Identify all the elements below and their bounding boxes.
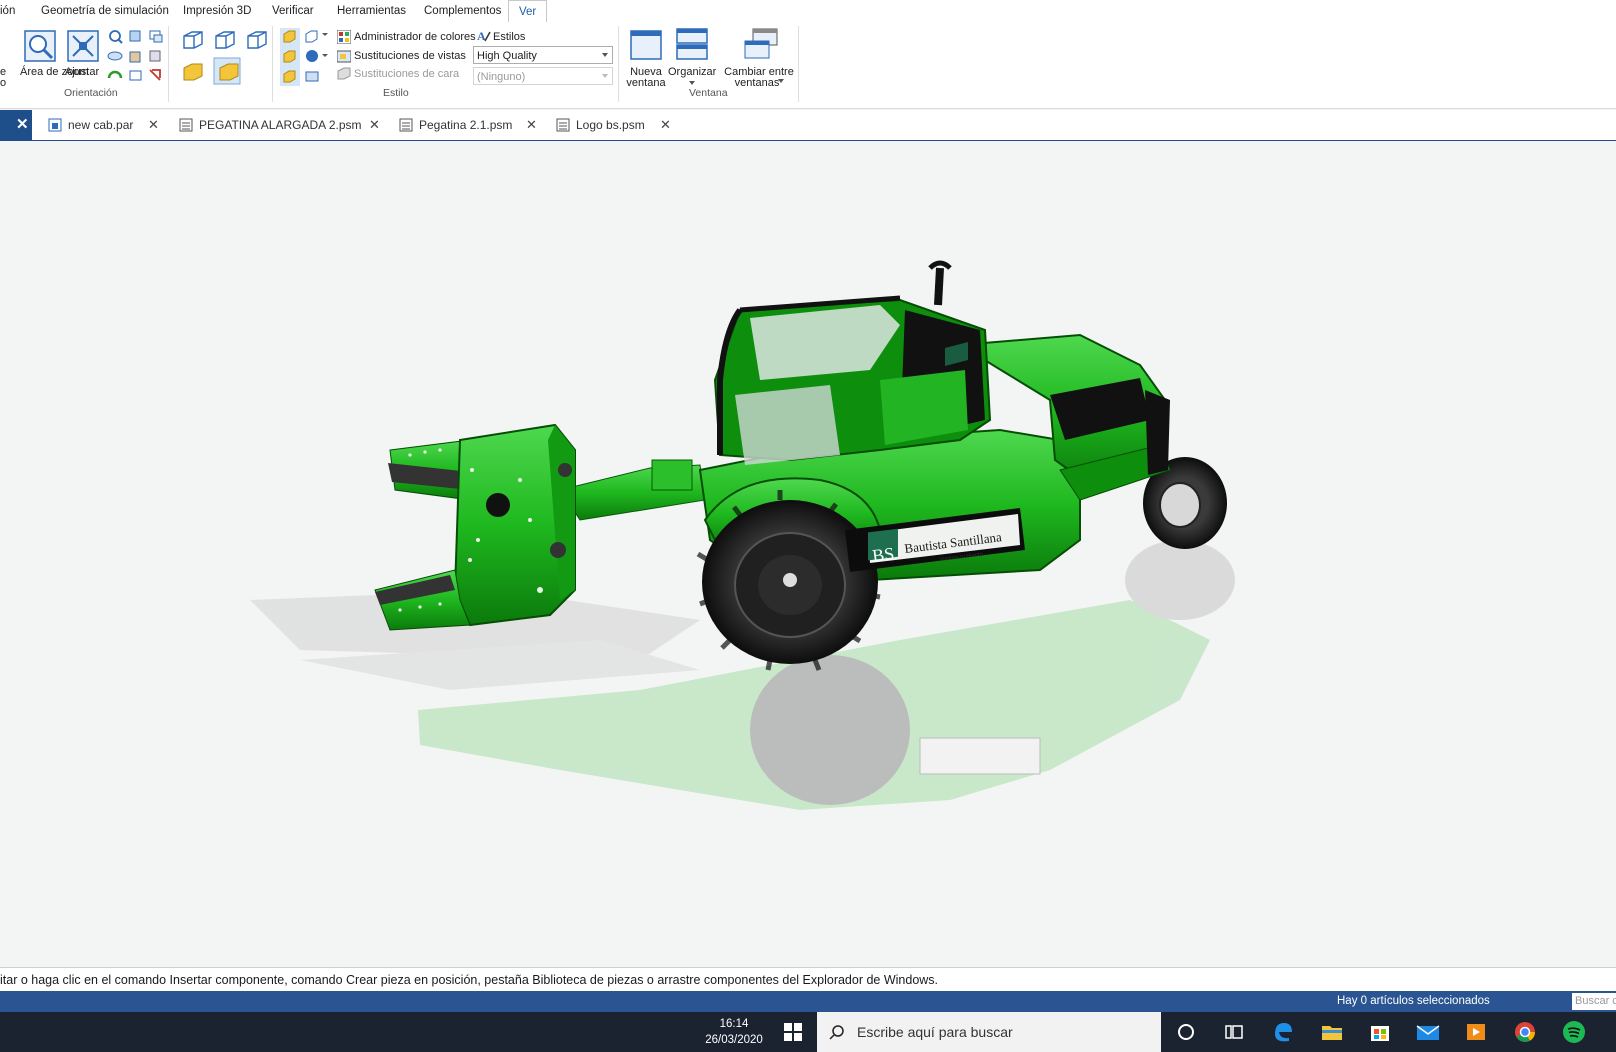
fit-button[interactable] [67,30,99,62]
tab-geometria-simulacion[interactable]: Geometría de simulación [41,0,169,22]
ribbon-separator [272,26,273,102]
task-view-icon[interactable] [1220,1018,1248,1046]
taskbar-search-placeholder: Escribe aquí para buscar [857,1024,1013,1040]
tab-simulation-cut[interactable]: ión [0,0,15,22]
cut-label-2: o [0,77,7,89]
close-icon[interactable]: ✕ [660,110,671,140]
windows-taskbar: 16:14 26/03/2020 Escribe aquí para busca… [0,1012,1616,1052]
clock-time: 16:14 [719,1018,749,1030]
render-mode-icons[interactable] [280,28,330,88]
close-icon[interactable]: ✕ [16,110,29,140]
status-bar: Hay 0 artículos seleccionados Buscar c [0,991,1616,1012]
command-search-input[interactable]: Buscar c [1572,993,1616,1010]
chevron-down-icon [602,53,608,57]
chevron-down-icon [689,81,695,85]
quality-select[interactable]: High Quality [473,46,613,64]
arrange-icon[interactable] [676,28,708,60]
style-group-label: Estilo [383,87,409,99]
window-group-label: Ventana [689,87,728,99]
svg-text:A: A [477,29,486,43]
taskbar-clock[interactable]: 16:14 26/03/2020 [690,1016,778,1048]
close-icon[interactable]: ✕ [148,110,159,140]
new-window-icon[interactable] [630,30,662,60]
fit-icon [67,30,99,62]
front-attachment [374,423,576,631]
tab-verificar[interactable]: Verificar [272,0,314,22]
view-overrides-button[interactable]: Sustituciones de vistas [354,51,466,62]
ribbon-separator [168,26,169,102]
view-tools-grid-icon[interactable] [106,28,164,86]
store-icon[interactable] [1366,1018,1394,1046]
spotify-icon[interactable] [1560,1018,1588,1046]
zoom-area-label: Área de zoom [20,66,89,78]
styles-button[interactable]: Estilos [493,32,525,43]
doc-tab-label: new cab.par [68,118,134,132]
part-file-icon [48,118,62,132]
doc-tab-label: PEGATINA ALARGADA 2.psm [199,118,362,132]
arrange-label[interactable]: Organizar [668,67,716,78]
active-document-tab[interactable]: ✕ [0,110,32,140]
document-tabs: ✕ new cab.par ✕ PEGATINA ALARGADA 2.psm … [0,110,1616,142]
styles-icon: A [477,29,491,43]
view-overrides-icon [337,50,351,63]
view-orientation-icons[interactable] [182,30,274,90]
prompt-text: itar o haga clic en el comando Insertar … [0,973,939,987]
mail-icon[interactable] [1414,1018,1442,1046]
close-icon[interactable]: ✕ [526,110,537,140]
edge-icon[interactable] [1269,1018,1297,1046]
new-window-label-2[interactable]: ventana [622,78,670,89]
doc-tab-label: Logo bs.psm [576,118,645,132]
doc-tab-label: Pegatina 2.1.psm [419,118,513,132]
command-search-placeholder: Buscar c [1575,995,1616,1007]
color-manager-button[interactable]: Administrador de colores [354,32,476,43]
fit-label: Ajustar [64,66,100,78]
quality-select-value: High Quality [477,50,537,62]
tab-herramientas[interactable]: Herramientas [337,0,406,22]
close-icon[interactable]: ✕ [369,110,380,140]
file-explorer-icon[interactable] [1318,1018,1346,1046]
tab-ver[interactable]: Ver [508,0,548,23]
media-icon[interactable] [1462,1018,1490,1046]
menu-bar: ión Geometría de simulación Impresión 3D… [0,0,1616,23]
machine-model[interactable]: BS Bautista Santillana Vivimos tu Huerto [0,141,1616,967]
selection-status: Hay 0 artículos seleccionados [1337,995,1490,1007]
windows-start-icon[interactable] [784,1023,802,1041]
sheetmetal-file-icon [179,118,193,132]
tab-complementos[interactable]: Complementos [424,0,501,22]
clock-date: 26/03/2020 [705,1034,763,1046]
face-overrides-button[interactable]: Sustituciones de cara [354,69,459,80]
sheetmetal-file-icon [556,118,570,132]
command-prompt-bar: itar o haga clic en el comando Insertar … [0,967,1616,992]
cortana-icon[interactable] [1172,1018,1200,1046]
search-icon [829,1025,844,1040]
face-override-select[interactable]: (Ninguno) [473,67,613,85]
model-viewport[interactable]: BS Bautista Santillana Vivimos tu Huerto [0,141,1616,967]
face-overrides-icon [337,67,351,80]
face-override-select-value: (Ninguno) [477,71,526,83]
taskbar-search-box[interactable]: Escribe aquí para buscar [817,1012,1161,1052]
chevron-down-icon [778,79,784,83]
exhaust-pipe [934,267,944,306]
orientation-group-label: Orientación [64,87,118,99]
chrome-icon[interactable] [1511,1018,1539,1046]
ribbon-separator [618,26,619,102]
tab-impresion-3d[interactable]: Impresión 3D [183,0,251,22]
sheetmetal-file-icon [399,118,413,132]
ribbon-separator [798,26,799,102]
switch-windows-icon[interactable] [743,28,779,60]
decal-logo: BS [871,543,895,566]
ribbon: e o Área de zoom Ajustar Orientación Adm… [0,22,1616,109]
color-manager-icon [337,30,351,44]
zoom-area-button[interactable] [24,30,56,62]
zoom-area-icon [24,30,56,62]
chevron-down-icon [602,74,608,78]
